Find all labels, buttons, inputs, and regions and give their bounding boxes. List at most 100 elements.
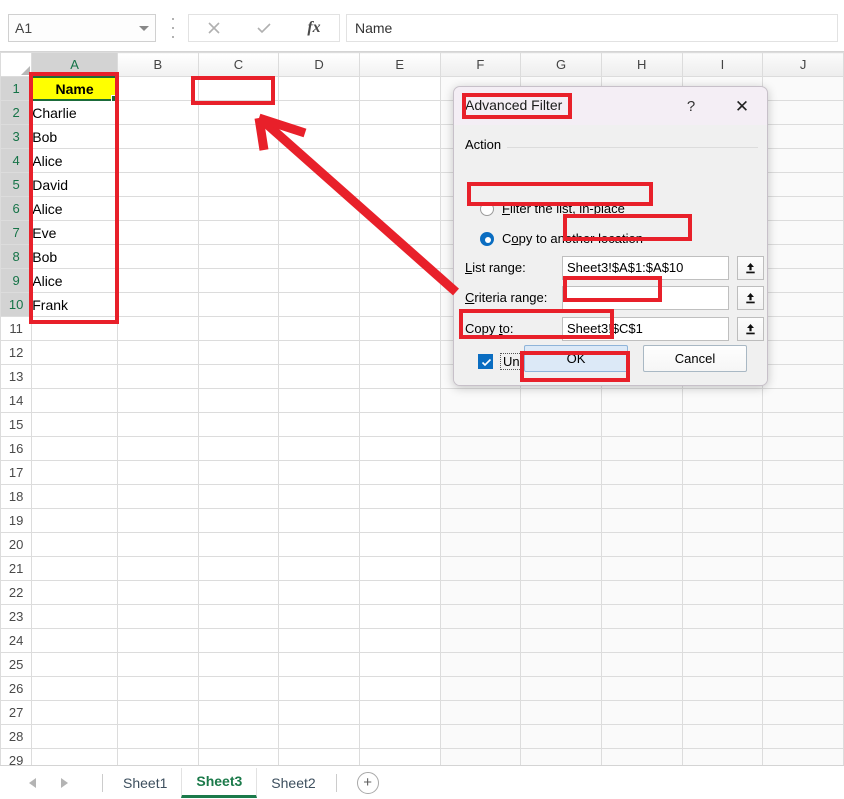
advanced-filter-dialog[interactable]: Advanced Filter ? ✕ Action Filter the li… [453, 86, 768, 386]
cell-B29[interactable] [116, 748, 199, 765]
row-header-8[interactable]: 8 [0, 244, 33, 269]
cell-F19[interactable] [439, 508, 522, 533]
cell-H16[interactable] [600, 436, 683, 461]
row-header-16[interactable]: 16 [0, 436, 33, 461]
cell-D19[interactable] [278, 508, 360, 533]
cell-B24[interactable] [116, 628, 199, 653]
sheet-tab-sheet1[interactable]: Sheet1 [109, 768, 181, 798]
cell-H14[interactable] [600, 388, 683, 413]
cell-G24[interactable] [520, 628, 602, 653]
cell-I23[interactable] [681, 604, 764, 629]
cell-F20[interactable] [439, 532, 522, 557]
cell-H21[interactable] [600, 556, 683, 581]
column-header-e[interactable]: E [358, 52, 441, 77]
cell-J20[interactable] [762, 532, 844, 557]
cell-A25[interactable] [31, 652, 118, 677]
cell-G18[interactable] [520, 484, 602, 509]
cell-D24[interactable] [278, 628, 360, 653]
cell-E8[interactable] [358, 244, 441, 269]
row-header-25[interactable]: 25 [0, 652, 33, 677]
cell-G22[interactable] [520, 580, 602, 605]
cell-J24[interactable] [762, 628, 844, 653]
row-header-19[interactable]: 19 [0, 508, 33, 533]
cell-I17[interactable] [681, 460, 764, 485]
cell-J26[interactable] [762, 676, 844, 701]
cell-G15[interactable] [520, 412, 602, 437]
ok-button[interactable]: OK [524, 345, 628, 372]
cell-E26[interactable] [358, 676, 441, 701]
cell-E29[interactable] [358, 748, 441, 765]
cell-E4[interactable] [358, 148, 441, 173]
cell-B9[interactable] [116, 268, 199, 293]
row-header-13[interactable]: 13 [0, 364, 33, 389]
cell-A3[interactable]: Bob [31, 124, 118, 149]
row-header-20[interactable]: 20 [0, 532, 33, 557]
cell-A16[interactable] [31, 436, 118, 461]
cell-A29[interactable] [31, 748, 118, 765]
cell-I14[interactable] [681, 388, 764, 413]
cell-E18[interactable] [358, 484, 441, 509]
cell-C25[interactable] [197, 652, 280, 677]
cell-J17[interactable] [762, 460, 844, 485]
row-header-27[interactable]: 27 [0, 700, 33, 725]
cell-E28[interactable] [358, 724, 441, 749]
insert-function-icon[interactable]: fx [289, 15, 339, 41]
cell-D8[interactable] [278, 244, 360, 269]
cell-H23[interactable] [600, 604, 683, 629]
cell-F15[interactable] [439, 412, 522, 437]
cell-B12[interactable] [116, 340, 199, 365]
cell-C9[interactable] [197, 268, 280, 293]
cell-J22[interactable] [762, 580, 844, 605]
cell-J25[interactable] [762, 652, 844, 677]
cell-G28[interactable] [520, 724, 602, 749]
cell-F18[interactable] [439, 484, 522, 509]
cell-F16[interactable] [439, 436, 522, 461]
column-header-j[interactable]: J [762, 52, 844, 77]
cell-I29[interactable] [681, 748, 764, 765]
row-header-23[interactable]: 23 [0, 604, 33, 629]
cell-G27[interactable] [520, 700, 602, 725]
row-header-7[interactable]: 7 [0, 220, 33, 245]
cell-H26[interactable] [600, 676, 683, 701]
column-header-f[interactable]: F [439, 52, 522, 77]
cell-J28[interactable] [762, 724, 844, 749]
cell-D14[interactable] [278, 388, 360, 413]
cell-D7[interactable] [278, 220, 360, 245]
cell-D1[interactable] [278, 76, 360, 101]
cell-A14[interactable] [31, 388, 118, 413]
cell-E21[interactable] [358, 556, 441, 581]
chevron-down-icon[interactable] [139, 25, 149, 31]
cell-J4[interactable] [762, 148, 844, 173]
cell-A7[interactable]: Eve [31, 220, 118, 245]
cell-B16[interactable] [116, 436, 199, 461]
cell-A12[interactable] [31, 340, 118, 365]
row-header-12[interactable]: 12 [0, 340, 33, 365]
cell-C29[interactable] [197, 748, 280, 765]
cell-D18[interactable] [278, 484, 360, 509]
cell-C5[interactable] [197, 172, 280, 197]
cell-C20[interactable] [197, 532, 280, 557]
column-header-g[interactable]: G [520, 52, 602, 77]
cell-J15[interactable] [762, 412, 844, 437]
cell-B14[interactable] [116, 388, 199, 413]
cell-D21[interactable] [278, 556, 360, 581]
row-header-9[interactable]: 9 [0, 268, 33, 293]
cell-F21[interactable] [439, 556, 522, 581]
cell-A6[interactable]: Alice [31, 196, 118, 221]
cell-E23[interactable] [358, 604, 441, 629]
cell-A18[interactable] [31, 484, 118, 509]
row-header-29[interactable]: 29 [0, 748, 33, 765]
cell-D27[interactable] [278, 700, 360, 725]
cell-H18[interactable] [600, 484, 683, 509]
cell-D11[interactable] [278, 316, 360, 341]
cell-C18[interactable] [197, 484, 280, 509]
cell-I22[interactable] [681, 580, 764, 605]
cell-J16[interactable] [762, 436, 844, 461]
cell-H15[interactable] [600, 412, 683, 437]
cell-D26[interactable] [278, 676, 360, 701]
cell-D9[interactable] [278, 268, 360, 293]
cell-F23[interactable] [439, 604, 522, 629]
cell-A21[interactable] [31, 556, 118, 581]
sheet-tab-sheet3[interactable]: Sheet3 [181, 767, 258, 798]
column-header-c[interactable]: C [197, 52, 280, 77]
